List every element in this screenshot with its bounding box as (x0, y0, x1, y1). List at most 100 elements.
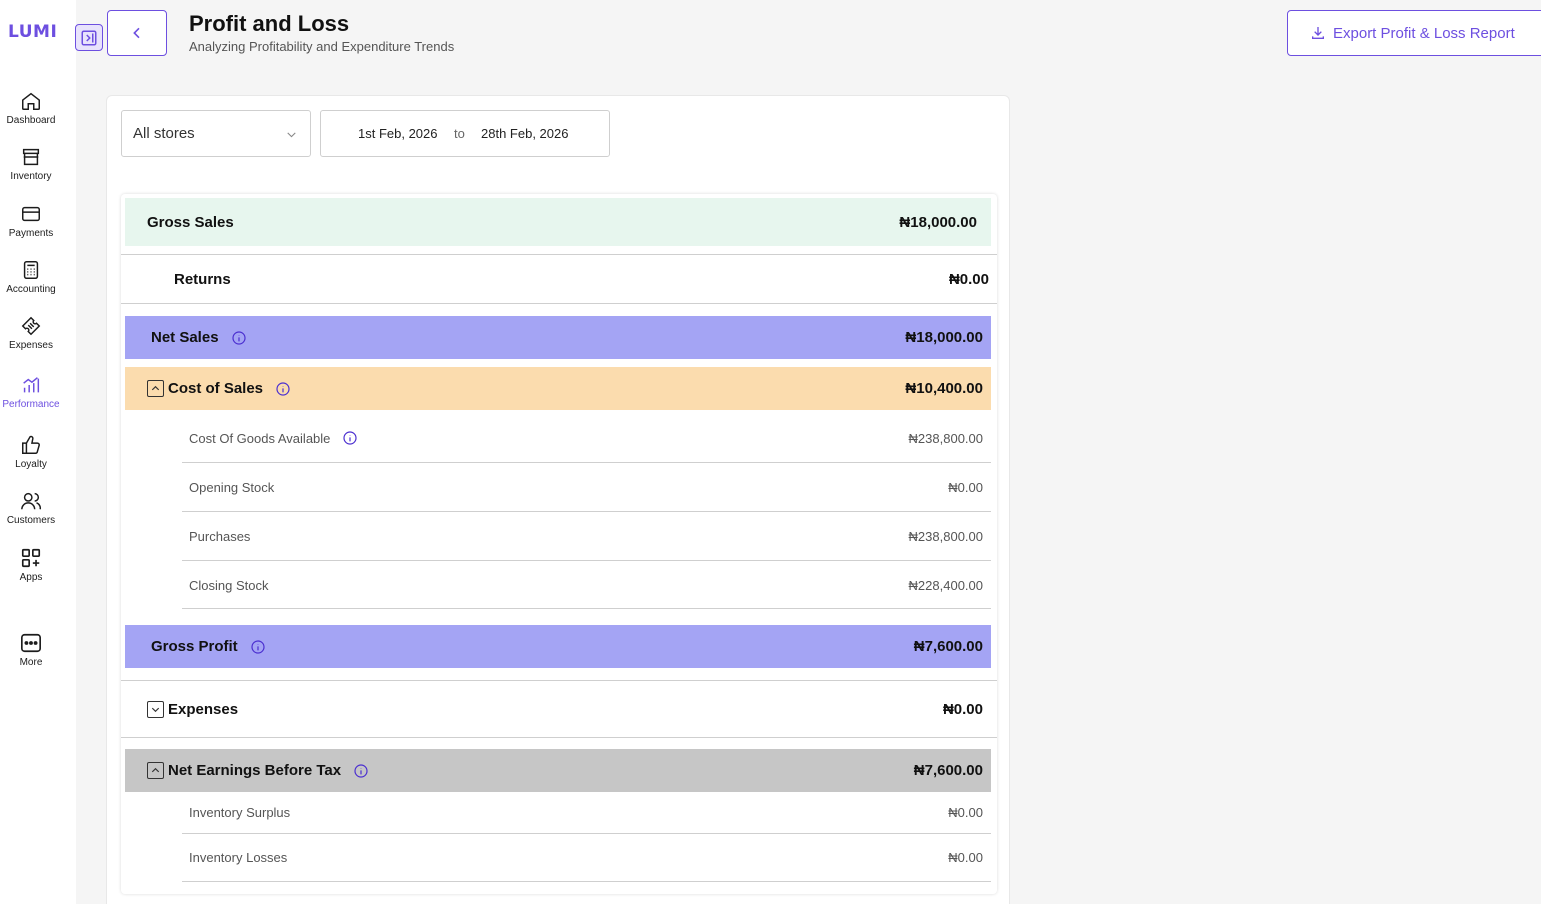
info-icon[interactable] (250, 639, 266, 655)
cost-item-row: Opening Stock ₦0.00 (182, 463, 991, 511)
sidebar-item-customers[interactable]: Customers (0, 490, 62, 526)
export-label: Export Profit & Loss Report (1333, 24, 1515, 42)
info-icon[interactable] (342, 430, 358, 446)
cost-item-label: Cost Of Goods Available (189, 430, 331, 446)
cost-item-label: Opening Stock (189, 479, 275, 495)
collapse-sidebar-icon (81, 30, 97, 45)
home-icon (22, 92, 40, 110)
earnings-item-amount: ₦0.00 (948, 804, 983, 820)
gross-profit-amount: ₦7,600.00 (913, 638, 983, 655)
info-icon[interactable] (275, 381, 291, 397)
cost-item-amount: ₦238,800.00 (908, 528, 983, 544)
apps-icon (21, 548, 41, 568)
chevron-down-icon (287, 132, 296, 138)
page-subtitle: Analyzing Profitability and Expenditure … (189, 39, 455, 54)
earnings-item-label: Inventory Surplus (189, 804, 291, 820)
earnings-item-row: Inventory Surplus ₦0.00 (182, 792, 991, 832)
net-sales-amount: ₦18,000.00 (905, 329, 983, 346)
sidebar-item-label: Expenses (9, 340, 53, 351)
net-sales-label: Net Sales (151, 329, 219, 346)
chevron-up-icon (151, 767, 160, 773)
sidebar-item-label: Loyalty (15, 459, 47, 470)
divider (121, 303, 997, 304)
net-earnings-amount: ₦7,600.00 (913, 762, 983, 779)
app-logo: LUMI (8, 22, 58, 42)
gross-profit-row: Gross Profit ₦7,600.00 (125, 625, 991, 668)
sidebar-item-label: Performance (2, 399, 60, 410)
earnings-item-label: Inventory Losses (189, 849, 288, 865)
net-earnings-label: Net Earnings Before Tax (168, 762, 342, 779)
sidebar-item-label: Customers (6, 515, 56, 526)
cost-item-amount: ₦0.00 (948, 479, 983, 495)
net-sales-row: Net Sales ₦18,000.00 (125, 316, 991, 359)
store-icon (22, 148, 40, 166)
sidebar-item-label: Dashboard (6, 115, 56, 126)
info-icon[interactable] (353, 763, 369, 779)
cost-item-label: Closing Stock (189, 577, 269, 593)
sidebar-item-dashboard[interactable]: Dashboard (0, 90, 62, 126)
sidebar-item-label: More (19, 657, 43, 668)
cost-item-label: Purchases (189, 528, 251, 544)
net-earnings-row: Net Earnings Before Tax ₦7,600.00 (125, 749, 991, 792)
sidebar-item-label: Accounting (6, 284, 56, 295)
divider (121, 737, 997, 738)
sidebar-item-apps[interactable]: Apps (0, 547, 62, 583)
chevron-left-icon (133, 27, 140, 39)
returns-row: Returns ₦0.00 (121, 255, 997, 303)
info-icon[interactable] (231, 330, 247, 346)
date-to: 28th Feb, 2026 (481, 126, 569, 141)
report-card: All stores 1st Feb, 2026 to 28th Feb, 20… (106, 95, 1010, 904)
chart-icon (23, 377, 40, 393)
collapse-toggle[interactable] (147, 380, 164, 397)
cost-of-sales-amount: ₦10,400.00 (905, 380, 983, 397)
chevron-up-icon (151, 385, 160, 391)
sidebar-item-expenses[interactable]: Expenses (0, 315, 62, 351)
profit-loss-table: Gross Sales ₦18,000.00 Returns ₦0.00 Net… (121, 194, 997, 894)
sidebar-collapse-button[interactable] (75, 24, 103, 51)
sidebar-item-inventory[interactable]: Inventory (0, 146, 62, 182)
sidebar-item-loyalty[interactable]: Loyalty (0, 434, 62, 470)
download-icon (1312, 27, 1324, 39)
export-report-button[interactable]: Export Profit & Loss Report (1287, 10, 1541, 56)
expenses-label: Expenses (168, 700, 239, 718)
ticket-icon (21, 316, 41, 336)
gross-sales-amount: ₦18,000.00 (899, 213, 977, 231)
divider (182, 881, 991, 882)
sidebar-item-accounting[interactable]: Accounting (0, 259, 62, 295)
cost-item-row: Purchases ₦238,800.00 (182, 512, 991, 560)
back-button[interactable] (107, 10, 167, 56)
gross-sales-label: Gross Sales (147, 213, 234, 231)
divider (182, 608, 991, 609)
cost-item-amount: ₦238,800.00 (908, 430, 983, 446)
gross-profit-label: Gross Profit (151, 638, 238, 655)
card-icon (22, 206, 40, 222)
sidebar-item-performance[interactable]: Performance (0, 374, 62, 410)
earnings-item-row: Inventory Losses ₦0.00 (182, 834, 991, 880)
gross-sales-row: Gross Sales ₦18,000.00 (125, 198, 991, 246)
expenses-row: Expenses ₦0.00 (125, 681, 991, 737)
sidebar: LUMI Dashboard Inventory Payments Accoun… (0, 0, 76, 904)
collapse-toggle[interactable] (147, 762, 164, 779)
store-select-value: All stores (133, 125, 195, 142)
date-from: 1st Feb, 2026 (358, 126, 438, 141)
cost-of-sales-label: Cost of Sales (168, 380, 264, 397)
returns-amount: ₦0.00 (948, 270, 989, 288)
sidebar-item-label: Apps (19, 572, 43, 583)
store-select[interactable]: All stores (121, 110, 311, 157)
chevron-down-icon (151, 707, 160, 712)
earnings-item-amount: ₦0.00 (948, 849, 983, 865)
thumbs-up-icon (22, 435, 40, 454)
expenses-amount: ₦0.00 (942, 700, 983, 718)
date-range-picker[interactable]: 1st Feb, 2026 to 28th Feb, 2026 (320, 110, 610, 157)
cost-item-amount: ₦228,400.00 (908, 577, 983, 593)
cost-of-sales-row: Cost of Sales ₦10,400.00 (125, 367, 991, 410)
expand-toggle[interactable] (147, 700, 164, 718)
date-separator: to (454, 126, 465, 141)
more-icon (21, 633, 41, 653)
sidebar-item-payments[interactable]: Payments (0, 203, 62, 239)
returns-label: Returns (174, 270, 231, 288)
cost-item-row: Closing Stock ₦228,400.00 (182, 561, 991, 609)
sidebar-item-label: Payments (8, 228, 54, 239)
cost-item-row: Cost Of Goods Available ₦238,800.00 (182, 414, 991, 462)
sidebar-item-more[interactable]: More (0, 632, 62, 668)
